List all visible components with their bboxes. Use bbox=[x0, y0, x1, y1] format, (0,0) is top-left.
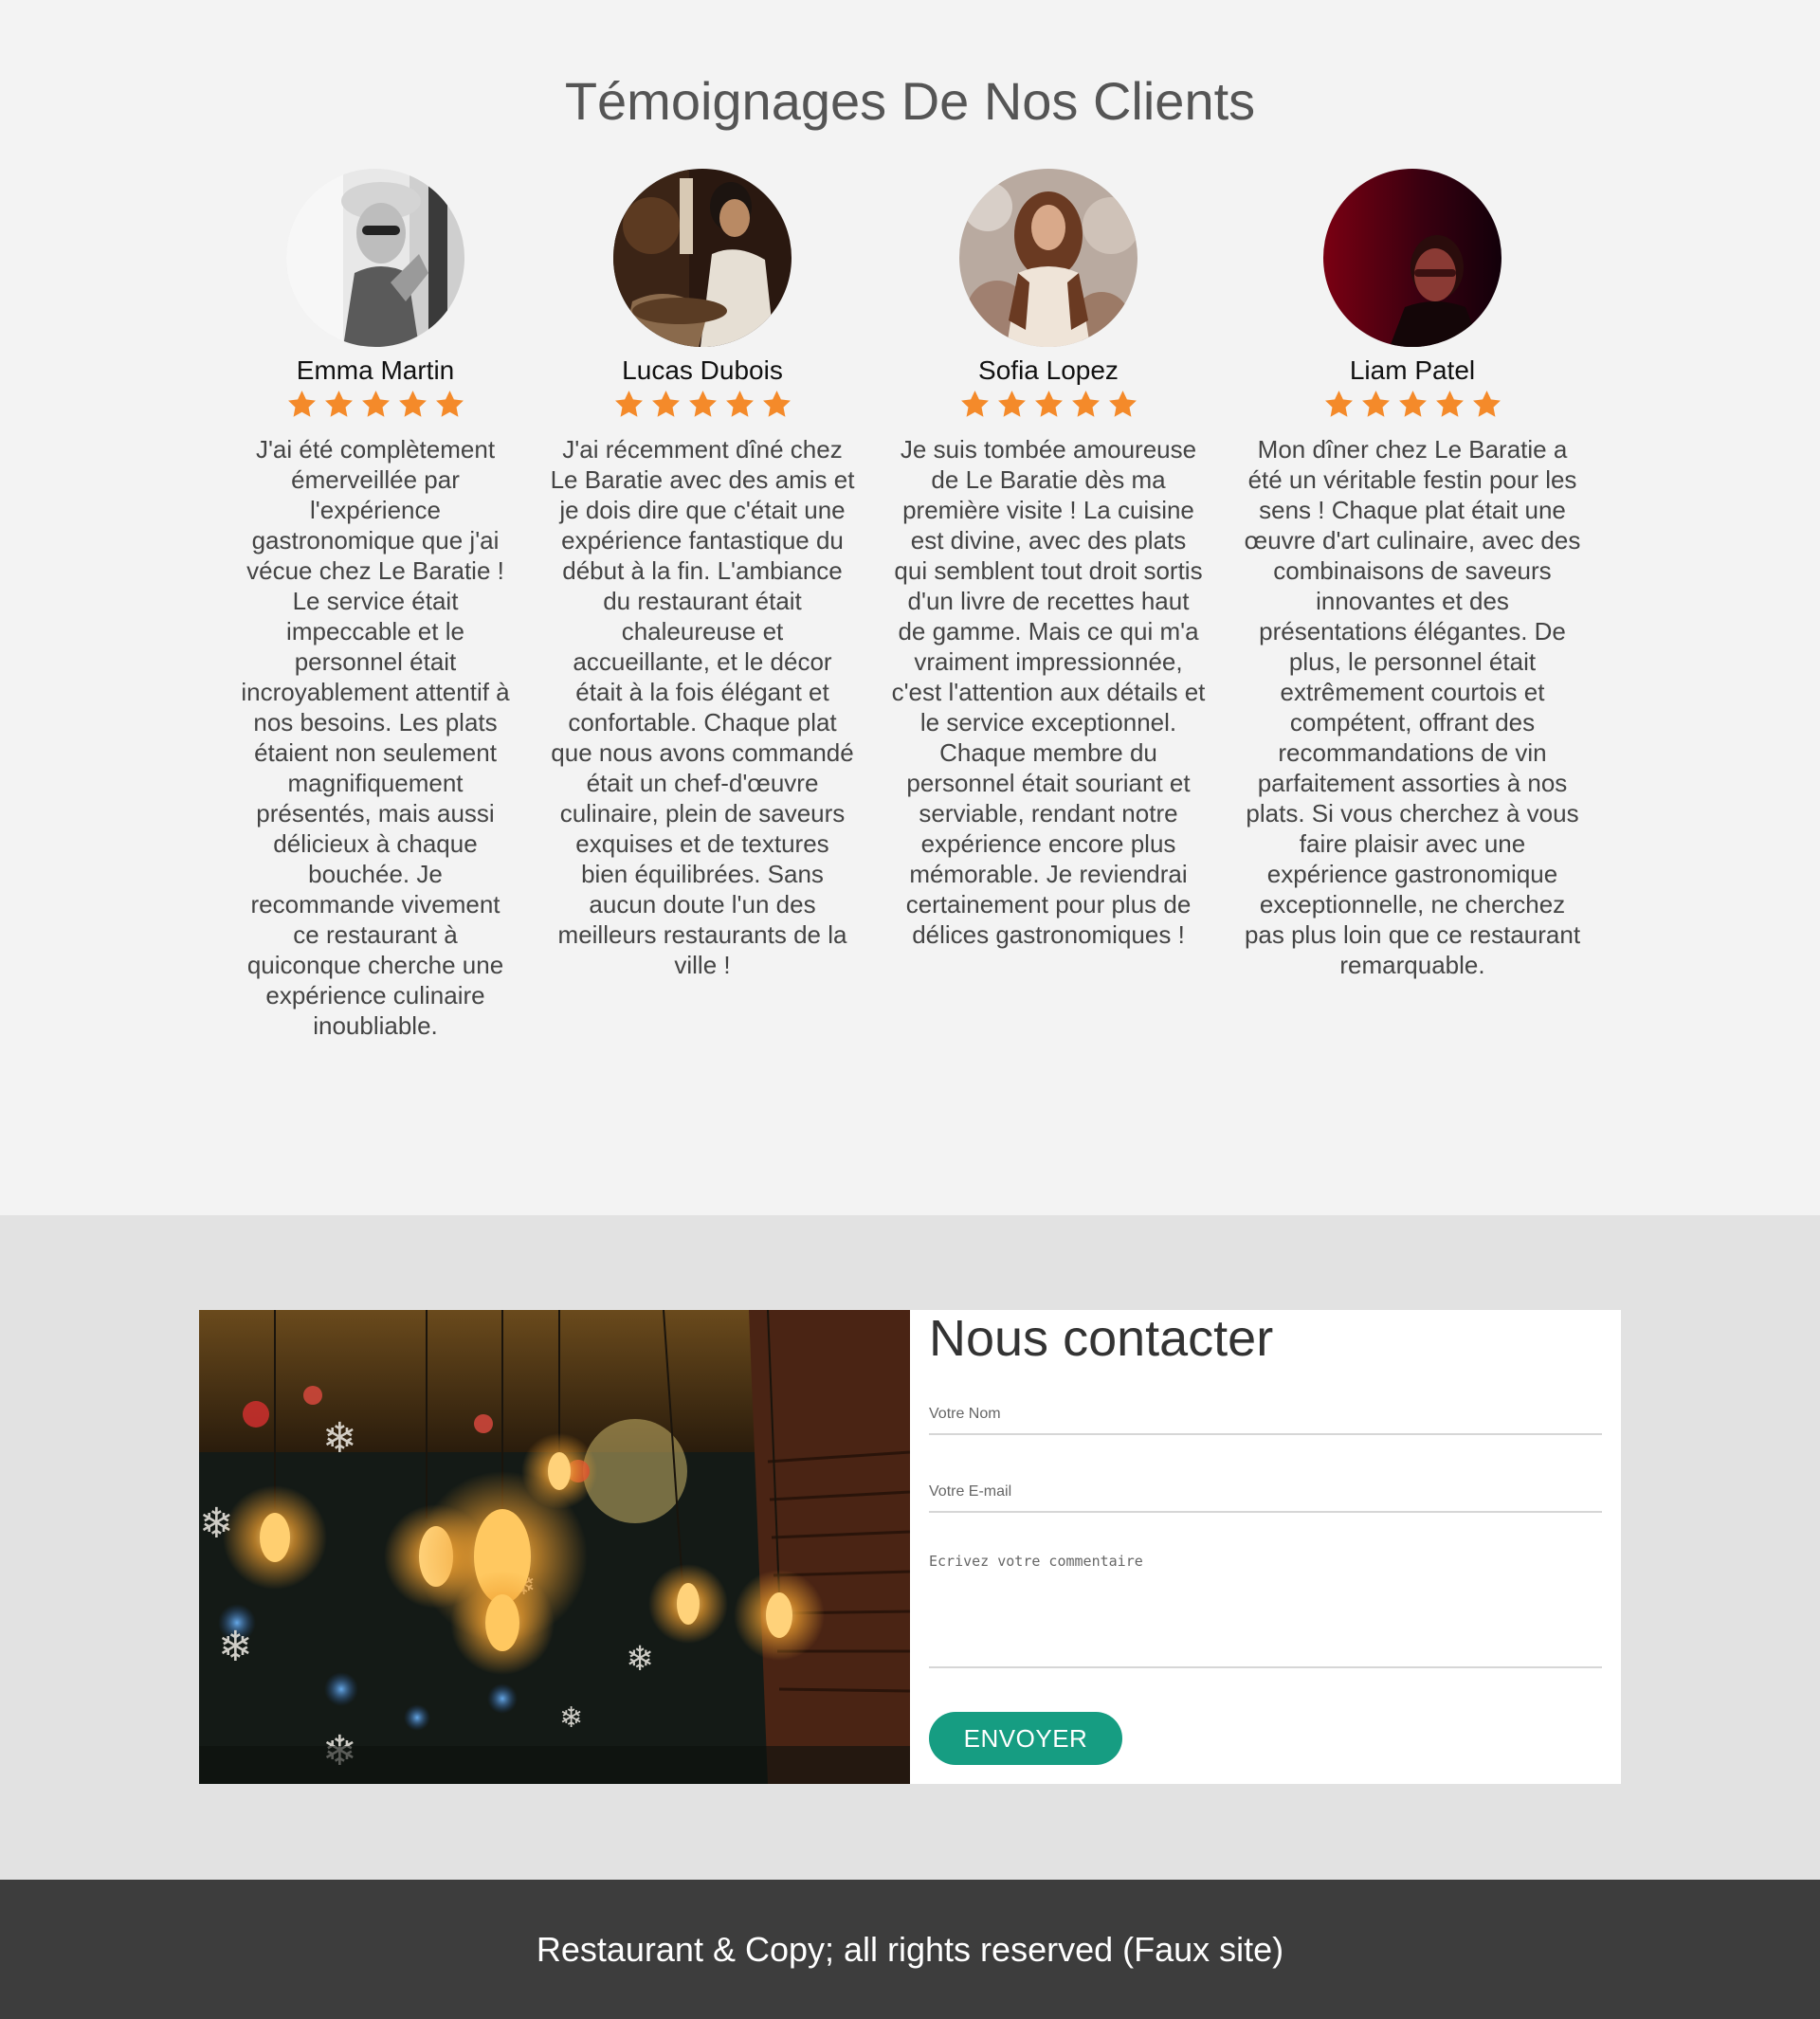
svg-text:❄: ❄ bbox=[559, 1701, 583, 1735]
comment-textarea[interactable] bbox=[929, 1553, 1602, 1668]
testimonial-card: Sofia Lopez Je suis tombée amoureuse de … bbox=[891, 169, 1206, 974]
testimonials-title: Témoignages De Nos Clients bbox=[564, 71, 1256, 131]
send-button[interactable]: ENVOYER bbox=[929, 1712, 1122, 1765]
star-icon bbox=[614, 391, 643, 417]
star-icon bbox=[398, 391, 427, 417]
star-icon bbox=[1071, 391, 1100, 417]
star-icon bbox=[762, 391, 791, 417]
rating-stars bbox=[235, 389, 516, 423]
testimonial-text: J'ai récemment dîné chez Le Baratie avec… bbox=[550, 435, 855, 979]
svg-text:❄: ❄ bbox=[218, 1623, 253, 1671]
rating-stars bbox=[1242, 389, 1583, 423]
testimonial-card: Lucas Dubois J'ai récemment dîné chez Le… bbox=[550, 169, 855, 1005]
star-icon bbox=[435, 391, 464, 417]
testimonials-section: Témoignages De Nos Clients Emma Martin J… bbox=[0, 0, 1820, 1215]
restaurant-lights-image: ❄ ❄ ❄ ❄ ❄ ❄ ❄ bbox=[199, 1310, 910, 1784]
star-icon bbox=[1472, 391, 1501, 417]
testimonial-text: Je suis tombée amoureuse de Le Baratie d… bbox=[891, 435, 1206, 949]
svg-text:❄: ❄ bbox=[626, 1640, 654, 1679]
star-icon bbox=[725, 391, 754, 417]
avatar bbox=[1323, 169, 1502, 347]
star-icon bbox=[324, 391, 353, 417]
avatar bbox=[613, 169, 792, 347]
testimonial-card: Liam Patel Mon dîner chez Le Baratie a é… bbox=[1242, 169, 1583, 1005]
star-icon bbox=[1034, 391, 1063, 417]
testimonial-name: Lucas Dubois bbox=[622, 355, 783, 385]
star-icon bbox=[997, 391, 1026, 417]
contact-section: ❄ ❄ ❄ ❄ ❄ ❄ ❄ bbox=[0, 1215, 1820, 1880]
testimonial-name: Emma Martin bbox=[296, 355, 455, 385]
rating-stars bbox=[891, 389, 1206, 423]
star-icon bbox=[1435, 391, 1464, 417]
avatar bbox=[286, 169, 464, 347]
star-icon bbox=[1108, 391, 1137, 417]
contact-form: Nous contacter ENVOYER bbox=[910, 1310, 1621, 1784]
testimonial-name: Liam Patel bbox=[1349, 355, 1476, 385]
star-icon bbox=[960, 391, 989, 417]
testimonial-name: Sofia Lopez bbox=[978, 355, 1119, 385]
testimonial-text: J'ai été complètement émerveillée par l'… bbox=[241, 435, 510, 1040]
star-icon bbox=[688, 391, 717, 417]
star-icon bbox=[651, 391, 680, 417]
star-icon bbox=[1398, 391, 1427, 417]
name-input[interactable] bbox=[929, 1395, 1602, 1435]
rating-stars bbox=[550, 389, 855, 423]
star-icon bbox=[287, 391, 316, 417]
contact-title: Nous contacter bbox=[929, 1310, 1274, 1367]
svg-text:❄: ❄ bbox=[322, 1414, 357, 1463]
star-icon bbox=[1324, 391, 1353, 417]
testimonial-card: Emma Martin J'ai été complètement émerve… bbox=[235, 169, 516, 1065]
footer: Restaurant & Copy; all rights reserved (… bbox=[0, 1880, 1820, 2019]
testimonial-text: Mon dîner chez Le Baratie a été un vérit… bbox=[1244, 435, 1581, 979]
star-icon bbox=[1361, 391, 1390, 417]
avatar bbox=[959, 169, 1138, 347]
star-icon bbox=[361, 391, 390, 417]
footer-copyright: Restaurant & Copy; all rights reserved (… bbox=[536, 1930, 1284, 1969]
email-input[interactable] bbox=[929, 1473, 1602, 1513]
